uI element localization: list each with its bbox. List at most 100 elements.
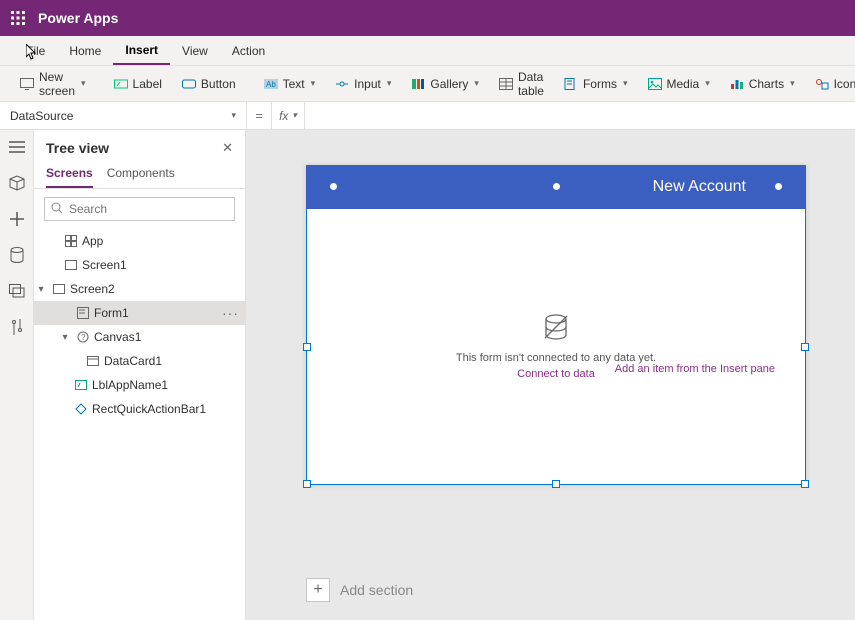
text-label: Text (283, 77, 305, 91)
gallery-button[interactable]: Gallery ▾ (403, 73, 487, 95)
tree-label: DataCard1 (104, 354, 162, 368)
media-rail-icon[interactable] (8, 282, 26, 300)
input-button[interactable]: Input▾ (327, 73, 399, 95)
menu-home[interactable]: Home (57, 38, 113, 64)
input-icon (335, 77, 349, 91)
menu-insert[interactable]: Insert (113, 37, 170, 65)
rectangle-icon (74, 402, 88, 416)
forms-label: Forms (583, 77, 617, 91)
canvas-area[interactable]: New Account This form isn't connected to… (246, 130, 855, 620)
tree: App Screen1 ▾ Screen2 Form1 ··· ▾ ? (34, 229, 245, 620)
tree-view-title: Tree view (46, 140, 109, 156)
add-item-link[interactable]: Add an item from the Insert pane (615, 363, 775, 375)
data-table-label: Data table (518, 70, 544, 98)
app-icon (64, 234, 78, 248)
tab-screens[interactable]: Screens (46, 160, 93, 188)
data-rail-icon[interactable] (8, 246, 26, 264)
menu-file[interactable]: File (14, 38, 57, 64)
chevron-down-icon: ▾ (231, 110, 236, 121)
input-label: Input (354, 77, 381, 91)
media-button[interactable]: Media▾ (640, 73, 718, 95)
text-icon: Ab (264, 77, 278, 91)
text-button[interactable]: Ab Text ▾ (256, 73, 324, 95)
chevron-down-icon: ▾ (311, 78, 316, 89)
menu-view[interactable]: View (170, 38, 220, 64)
tree-node-screen1[interactable]: Screen1 (34, 253, 245, 277)
fx-button[interactable]: fx▾ (271, 102, 305, 129)
close-icon[interactable]: ✕ (222, 140, 233, 156)
new-screen-label: New screen (39, 70, 75, 98)
tree-view-panel: Tree view ✕ Screens Components App Scree… (34, 130, 246, 620)
tree-label: RectQuickActionBar1 (92, 402, 206, 416)
icons-label: Icons (834, 77, 855, 91)
label-icon (114, 77, 128, 91)
screen-icon (64, 258, 78, 272)
form-icon (76, 306, 90, 320)
chevron-down-icon[interactable]: ▾ (34, 284, 48, 295)
label-icon (74, 378, 88, 392)
workspace: Tree view ✕ Screens Components App Scree… (0, 130, 855, 620)
form-body[interactable]: This form isn't connected to any data ye… (306, 209, 806, 485)
insert-rail-icon[interactable] (8, 174, 26, 192)
title-bar: Power Apps (0, 0, 855, 36)
forms-button[interactable]: Forms ▾ (556, 73, 636, 95)
tree-node-screen2[interactable]: ▾ Screen2 (34, 277, 245, 301)
tree-node-rectquick[interactable]: RectQuickActionBar1 (34, 397, 245, 421)
media-label: Media (667, 77, 700, 91)
add-rail-icon[interactable] (8, 210, 26, 228)
ribbon: New screen▾ Label Button Ab Text▾ Input▾… (0, 66, 855, 102)
chevron-down-icon: ▾ (81, 78, 86, 89)
tree-node-app[interactable]: App (34, 229, 245, 253)
button-icon (182, 77, 196, 91)
icons-icon (815, 77, 829, 91)
forms-icon (564, 77, 578, 91)
label-label: Label (133, 77, 162, 91)
charts-button[interactable]: Charts▾ (722, 73, 803, 95)
tree-node-lblappname[interactable]: LblAppName1 (34, 373, 245, 397)
chevron-down-icon: ▾ (623, 78, 628, 89)
connect-data-link[interactable]: Connect to data (517, 368, 595, 380)
tree-label: App (82, 234, 103, 248)
app-launcher-icon[interactable] (6, 6, 30, 30)
advanced-rail-icon[interactable] (8, 318, 26, 336)
chevron-down-icon: ▾ (292, 110, 297, 121)
charts-icon (730, 77, 744, 91)
more-icon[interactable]: ··· (222, 305, 239, 321)
label-button[interactable]: Label (106, 73, 170, 95)
screen-preview[interactable]: New Account This form isn't connected to… (306, 165, 806, 485)
screen-icon (52, 282, 66, 296)
tree-view-rail-icon[interactable] (8, 138, 26, 156)
datacard-icon (86, 354, 100, 368)
add-section: + Add section (306, 578, 413, 602)
tree-label: Canvas1 (94, 330, 141, 344)
screen-title: New Account (653, 178, 746, 196)
screen-icon (20, 77, 34, 91)
table-icon (499, 77, 513, 91)
search-input[interactable] (69, 202, 228, 216)
screen-header[interactable]: New Account (306, 165, 806, 209)
canvas-icon: ? (76, 330, 90, 344)
new-screen-button[interactable]: New screen ▾ (12, 66, 94, 102)
button-button[interactable]: Button (174, 73, 244, 95)
property-selector[interactable]: DataSource ▾ (0, 102, 247, 129)
data-table-button[interactable]: Data table (491, 66, 552, 102)
gallery-icon (411, 77, 425, 91)
svg-text:?: ? (81, 333, 86, 342)
tree-node-form1[interactable]: Form1 ··· (34, 301, 245, 325)
tab-components[interactable]: Components (107, 160, 175, 188)
tree-label: Screen2 (70, 282, 115, 296)
property-name: DataSource (10, 109, 73, 123)
icons-button[interactable]: Icons▾ (807, 73, 855, 95)
chevron-down-icon: ▾ (790, 78, 795, 89)
chevron-down-icon: ▾ (474, 78, 479, 89)
add-section-button[interactable]: + (306, 578, 330, 602)
formula-bar: DataSource ▾ = fx▾ (0, 102, 855, 130)
tree-node-datacard1[interactable]: DataCard1 (34, 349, 245, 373)
tree-node-canvas1[interactable]: ▾ ? Canvas1 (34, 325, 245, 349)
chevron-down-icon[interactable]: ▾ (58, 332, 72, 343)
formula-input[interactable] (305, 102, 855, 129)
menu-action[interactable]: Action (220, 38, 277, 64)
search-box[interactable] (44, 197, 235, 221)
gallery-label: Gallery (430, 77, 468, 91)
equals-sign: = (247, 109, 271, 123)
